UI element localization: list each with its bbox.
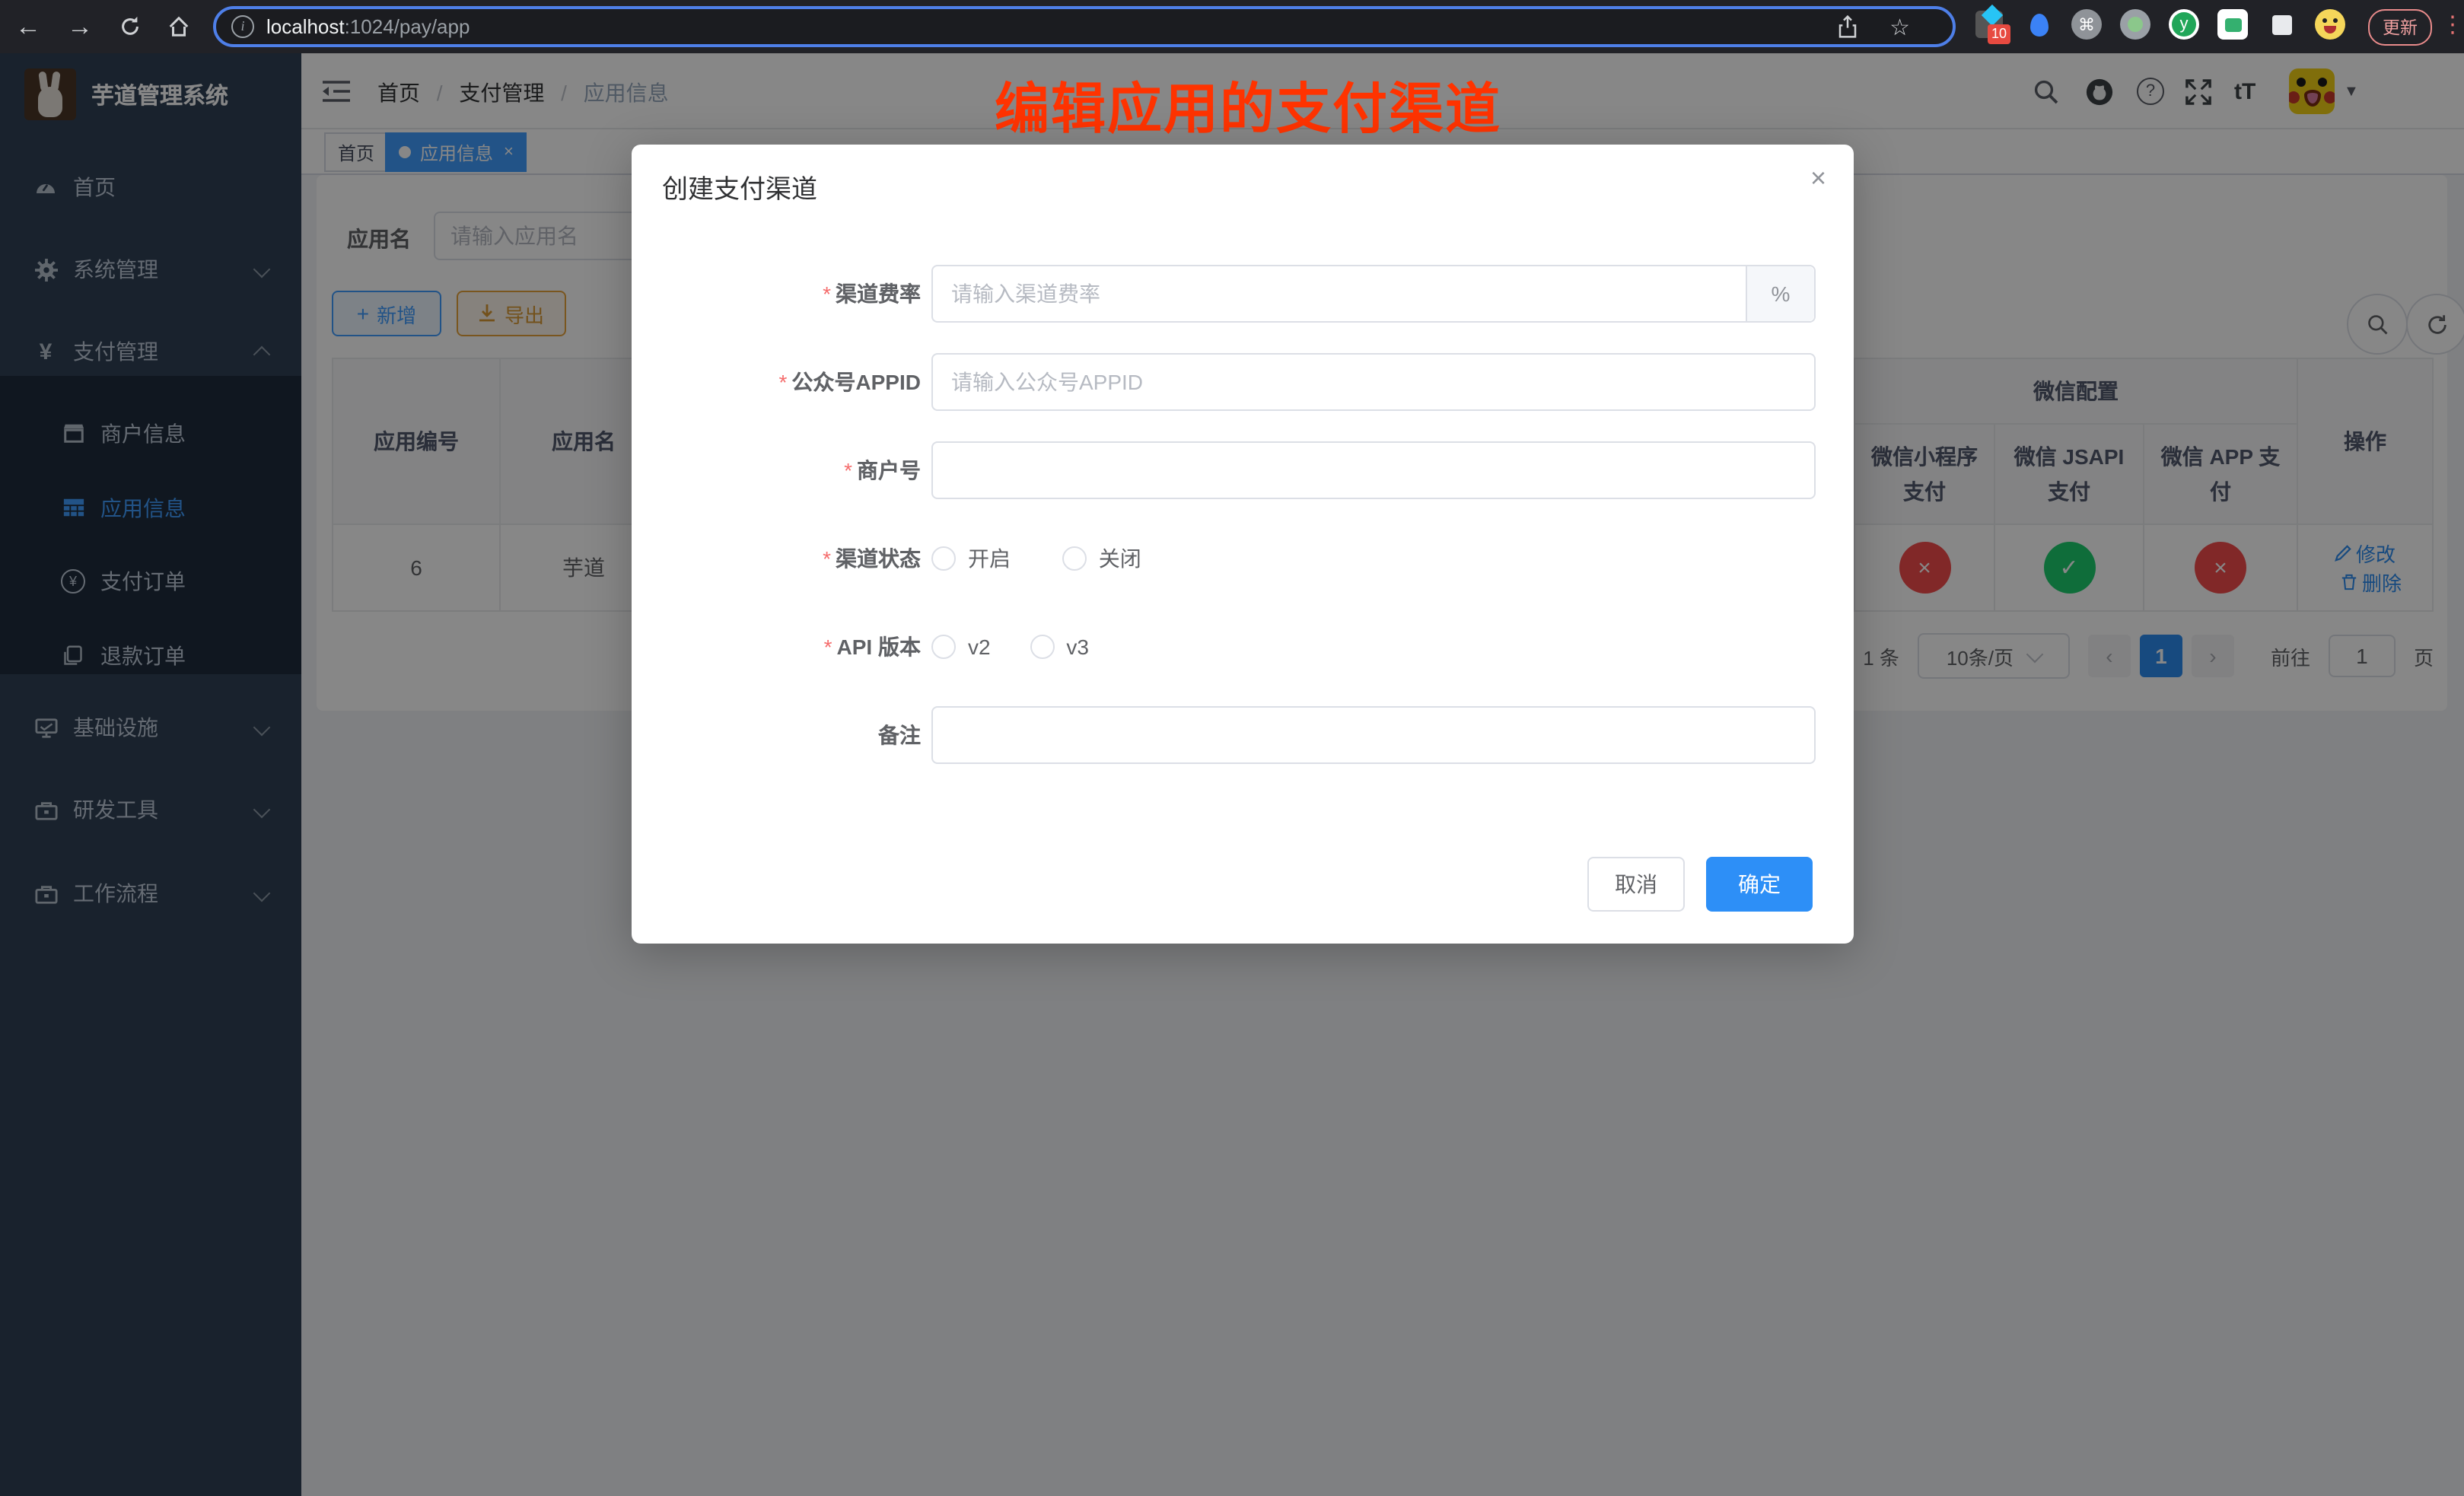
extension-icon-puzzle[interactable] [2266,9,2297,40]
field-row-api-version: *API 版本 v2 v3 [632,618,1854,676]
extension-icon-y-green[interactable]: y [2169,9,2199,40]
field-label: 商户号 [857,458,921,482]
extension-icon-emoji[interactable] [2315,9,2345,40]
browser-back-icon[interactable]: ← [15,0,41,53]
browser-forward-icon[interactable]: → [67,0,93,53]
extension-icon-grey-green[interactable] [2120,9,2150,40]
radio-status-closed[interactable]: 关闭 [1062,530,1141,587]
browser-chrome: ← → i localhost:1024/pay/app ☆ 10 ⌘ [0,0,2464,53]
field-row-remark: 备注 [632,706,1854,764]
official-account-appid-input[interactable] [931,353,1816,411]
field-row-appid: *公众号APPID [632,353,1854,411]
field-label: 渠道费率 [836,282,921,306]
field-label: 渠道状态 [836,546,921,571]
remark-input[interactable] [931,706,1816,764]
extension-icon-kite[interactable] [2024,9,2055,40]
extension-icon-badged[interactable]: 10 [1975,11,2003,38]
required-mark: * [823,546,831,571]
screen: ← → i localhost:1024/pay/app ☆ 10 ⌘ [0,0,2464,1496]
url-host: localhost [266,15,345,38]
share-icon[interactable] [1837,15,1858,38]
percent-suffix: % [1746,266,1814,321]
radio-api-v3[interactable]: v3 [1030,618,1089,676]
field-label: 公众号APPID [791,370,921,394]
required-mark: * [844,458,852,482]
browser-home-icon[interactable] [167,0,190,53]
confirm-button[interactable]: 确定 [1706,857,1813,912]
radio-circle-icon [1030,635,1054,659]
dialog-title: 创建支付渠道 [662,167,817,205]
create-payment-channel-dialog: 创建支付渠道 × *渠道费率 % *公众号APPID *商户号 [632,145,1854,944]
browser-reload-icon[interactable] [119,0,142,53]
field-label: 备注 [878,723,921,747]
extension-icon-chat[interactable] [2217,9,2248,40]
extension-icon-command[interactable]: ⌘ [2071,9,2102,40]
field-row-channel-rate: *渠道费率 % [632,265,1854,323]
page-viewport: 芋道管理系统 首页 系统管理 ¥ 支付管理 [0,53,2464,1496]
browser-menu-icon[interactable]: ⋮ [2441,9,2464,43]
bookmark-star-icon[interactable]: ☆ [1889,13,1910,40]
channel-rate-input[interactable] [931,265,1816,323]
cancel-button[interactable]: 取消 [1587,857,1685,912]
dialog-close-icon[interactable]: × [1810,163,1826,195]
site-info-icon[interactable]: i [231,15,254,38]
radio-status-open[interactable]: 开启 [931,530,1011,587]
radio-circle-icon [931,635,956,659]
annotation-text: 编辑应用的支付渠道 [928,65,1568,145]
url-path: :1024/pay/app [345,15,470,38]
field-row-channel-status: *渠道状态 开启 关闭 [632,530,1854,587]
browser-update-button[interactable]: 更新 [2368,9,2432,46]
field-row-merchant-id: *商户号 [632,441,1854,499]
address-bar[interactable]: i localhost:1024/pay/app ☆ [213,6,1956,47]
required-mark: * [779,370,788,394]
merchant-id-input[interactable] [931,441,1816,499]
radio-circle-icon [1062,546,1087,571]
radio-circle-icon [931,546,956,571]
field-label: API 版本 [837,635,921,659]
radio-api-v2[interactable]: v2 [931,618,991,676]
required-mark: * [823,282,831,306]
extension-badge: 10 [1988,24,2010,44]
required-mark: * [824,635,832,659]
